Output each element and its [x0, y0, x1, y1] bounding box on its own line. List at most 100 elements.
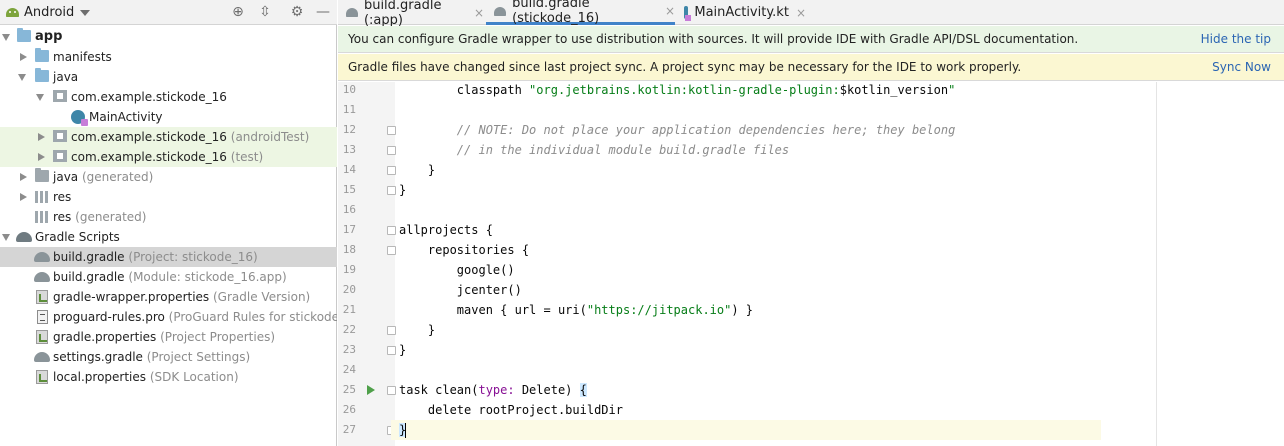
run-task-icon[interactable] [367, 385, 375, 395]
expand-arrow-icon[interactable] [36, 94, 44, 101]
line-number: 19 [342, 263, 356, 276]
expand-arrow-icon[interactable] [20, 53, 27, 61]
text-file-icon [37, 310, 48, 324]
gradle-tip-banner: You can configure Gradle wrapper to use … [338, 26, 1284, 53]
line-number: 26 [342, 403, 356, 416]
expand-arrow-icon[interactable] [18, 74, 26, 81]
gradle-file-icon [34, 252, 50, 262]
tree-item-label: java [53, 70, 79, 84]
tip-text: You can configure Gradle wrapper to use … [348, 32, 1079, 46]
line-number: 13 [342, 143, 356, 156]
sync-now-link[interactable]: Sync Now [1212, 54, 1271, 81]
tab-label: build.gradle (:app) [363, 0, 442, 28]
gradle-file-icon [34, 352, 50, 362]
tree-item-settings-gradle[interactable]: settings.gradle (Project Settings) [0, 347, 337, 367]
line-number: 17 [342, 223, 356, 236]
tab-mainactivity[interactable]: MainActivity.kt × [676, 0, 806, 25]
tree-item-gradle-wrapper-properties[interactable]: gradle-wrapper.properties (Gradle Versio… [0, 287, 337, 307]
tree-item-manifests[interactable]: manifests [0, 47, 337, 67]
expand-arrow-icon[interactable] [2, 234, 10, 241]
line-number: 16 [342, 203, 356, 216]
tree-item-label: manifests [53, 50, 112, 64]
code-line: google() [399, 263, 515, 277]
tree-item-package[interactable]: com.example.stickode_16 [0, 87, 337, 107]
tree-item-build-gradle-project[interactable]: build.gradle (Project: stickode_16) [0, 247, 337, 267]
gradle-file-icon [494, 6, 507, 16]
tab-label: build.gradle (stickode_16) [512, 0, 600, 26]
tree-item-label: MainActivity [89, 110, 163, 124]
tab-build-gradle-app[interactable]: build.gradle (:app) × [338, 0, 484, 28]
code-comment-line: // NOTE: Do not place your application d… [399, 123, 956, 137]
code-line: allprojects { [399, 223, 493, 237]
tree-item-app[interactable]: app [0, 27, 337, 47]
line-number: 24 [342, 363, 356, 376]
tree-item-package-androidtest[interactable]: com.example.stickode_16 (androidTest) [0, 127, 337, 147]
text-cursor [405, 423, 407, 438]
editor-tab-bar: build.gradle (:app) × build.gradle (stic… [338, 0, 1284, 28]
tree-item-label: com.example.stickode_16 (androidTest) [71, 130, 310, 144]
line-number: 11 [342, 103, 356, 116]
code-text-area[interactable]: classpath "org.jetbrains.kotlin:kotlin-g… [391, 82, 1284, 446]
tree-item-label: settings.gradle (Project Settings) [53, 350, 251, 364]
current-code-line: } [391, 420, 1101, 440]
line-number: 14 [342, 163, 356, 176]
project-view-selector[interactable]: Android [6, 4, 91, 21]
expand-arrow-icon[interactable] [20, 193, 27, 201]
code-line: } [399, 323, 436, 337]
tab-label: MainActivity.kt [694, 5, 789, 20]
code-editor[interactable]: 10 11 12 13 14 15 16 17 18 19 20 21 22 2… [338, 82, 1284, 446]
resources-folder-icon [35, 211, 49, 223]
generated-folder-icon [35, 168, 49, 182]
hide-tip-link[interactable]: Hide the tip [1201, 26, 1271, 53]
tab-build-gradle-stickode[interactable]: build.gradle (stickode_16) × [486, 0, 675, 26]
tree-item-local-properties[interactable]: local.properties (SDK Location) [0, 367, 337, 387]
close-icon[interactable]: × [665, 4, 675, 18]
tree-item-label: local.properties (SDK Location) [53, 370, 239, 384]
close-icon[interactable]: × [796, 6, 806, 20]
tree-item-res-generated[interactable]: res (generated) [0, 207, 337, 227]
hide-icon[interactable]: — [314, 3, 332, 21]
package-icon [53, 90, 67, 102]
tree-item-gradle-properties[interactable]: gradle.properties (Project Properties) [0, 327, 337, 347]
tree-item-label: proguard-rules.pro (ProGuard Rules for s… [53, 310, 337, 324]
line-number: 20 [342, 283, 356, 296]
module-folder-icon [17, 28, 31, 42]
tree-item-label: build.gradle (Module: stickode_16.app) [53, 270, 287, 284]
tree-item-java-generated[interactable]: java (generated) [0, 167, 337, 187]
tree-item-gradle-scripts[interactable]: Gradle Scripts [0, 227, 337, 247]
line-number: 21 [342, 303, 356, 316]
expand-arrow-icon[interactable] [20, 173, 27, 181]
tree-item-label: res (generated) [53, 210, 147, 224]
folder-icon [35, 48, 49, 62]
expand-arrow-icon[interactable] [38, 153, 45, 161]
tree-item-label: Gradle Scripts [35, 230, 120, 244]
package-icon [53, 130, 67, 142]
tree-item-mainactivity[interactable]: MainActivity [0, 107, 337, 127]
settings-icon[interactable]: ⚙ [288, 3, 306, 21]
right-margin-guide [1156, 82, 1157, 446]
code-comment-line: // in the individual module build.gradle… [399, 143, 790, 157]
tree-item-java[interactable]: java [0, 67, 337, 87]
gradle-icon [16, 232, 32, 242]
code-line: jcenter() [399, 283, 522, 297]
tree-item-build-gradle-module[interactable]: build.gradle (Module: stickode_16.app) [0, 267, 337, 287]
chevron-down-icon [80, 9, 91, 16]
tree-item-label: gradle-wrapper.properties (Gradle Versio… [53, 290, 311, 304]
expand-arrow-icon[interactable] [38, 133, 45, 141]
properties-file-icon [36, 290, 48, 304]
locate-icon[interactable]: ⊕ [229, 3, 247, 21]
tree-item-package-test[interactable]: com.example.stickode_16 (test) [0, 147, 337, 167]
line-number: 22 [342, 323, 356, 336]
collapse-all-icon[interactable]: ⇳ [256, 3, 274, 21]
project-panel-header: Android ⊕ ⇳ ⚙ — [0, 0, 337, 25]
code-line: maven { url = uri("https://jitpack.io") … [399, 303, 754, 317]
android-icon [6, 8, 19, 17]
expand-arrow-icon[interactable] [2, 34, 10, 41]
editor-area: build.gradle (:app) × build.gradle (stic… [338, 0, 1284, 446]
editor-gutter: 10 11 12 13 14 15 16 17 18 19 20 21 22 2… [338, 82, 396, 446]
close-icon[interactable]: × [474, 6, 484, 20]
tree-item-proguard-rules[interactable]: proguard-rules.pro (ProGuard Rules for s… [0, 307, 337, 327]
resources-folder-icon [35, 191, 49, 203]
tree-item-label: res [53, 190, 72, 204]
tree-item-res[interactable]: res [0, 187, 337, 207]
